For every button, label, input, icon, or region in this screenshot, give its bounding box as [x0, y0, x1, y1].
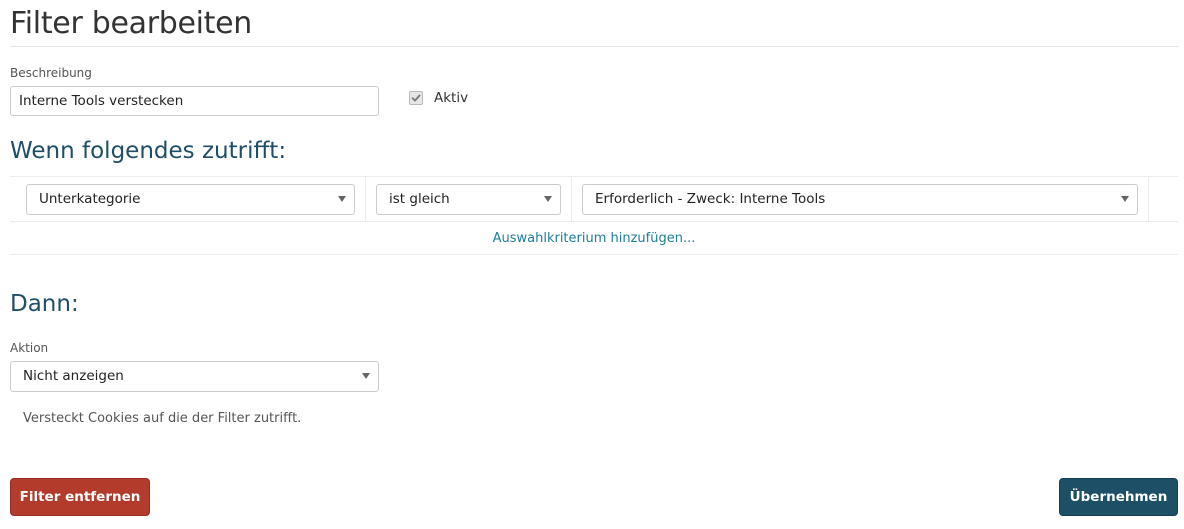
then-heading: Dann: [10, 291, 79, 317]
action-select[interactable]: Nicht anzeigen [10, 361, 379, 392]
title-divider [10, 46, 1178, 47]
caret-down-icon [362, 373, 370, 379]
action-label: Aktion [10, 341, 49, 355]
add-criterion-row: Auswahlkriterium hinzufügen... [10, 222, 1178, 255]
action-value: Nicht anzeigen [23, 368, 124, 384]
criterion-value-value: Erforderlich - Zweck: Interne Tools [595, 191, 826, 207]
description-label: Beschreibung [10, 66, 92, 80]
active-label[interactable]: Aktiv [434, 90, 468, 106]
caret-down-icon [338, 196, 346, 202]
remove-filter-button[interactable]: Filter entfernen [10, 478, 150, 516]
column-divider [571, 177, 572, 221]
criterion-field-value: Unterkategorie [39, 191, 141, 207]
action-help-text: Versteckt Cookies auf die der Filter zut… [23, 411, 302, 426]
criterion-field-select[interactable]: Unterkategorie [26, 184, 355, 215]
apply-button[interactable]: Übernehmen [1059, 478, 1178, 516]
criterion-operator-value: ist gleich [389, 191, 450, 207]
active-checkbox[interactable] [409, 91, 423, 105]
caret-down-icon [544, 196, 552, 202]
caret-down-icon [1121, 196, 1129, 202]
criterion-value-select[interactable]: Erforderlich - Zweck: Interne Tools [582, 184, 1138, 215]
conditions-heading: Wenn folgendes zutrifft: [10, 138, 287, 164]
description-input[interactable]: Interne Tools verstecken [10, 86, 379, 116]
page-title: Filter bearbeiten [10, 6, 253, 41]
column-divider [365, 177, 366, 221]
column-divider [1148, 177, 1149, 221]
criteria-table: Unterkategorie ist gleich Erforderlich -… [10, 176, 1178, 222]
checkmark-icon [411, 94, 421, 102]
criterion-operator-select[interactable]: ist gleich [376, 184, 561, 215]
add-criterion-link[interactable]: Auswahlkriterium hinzufügen... [10, 231, 1178, 246]
